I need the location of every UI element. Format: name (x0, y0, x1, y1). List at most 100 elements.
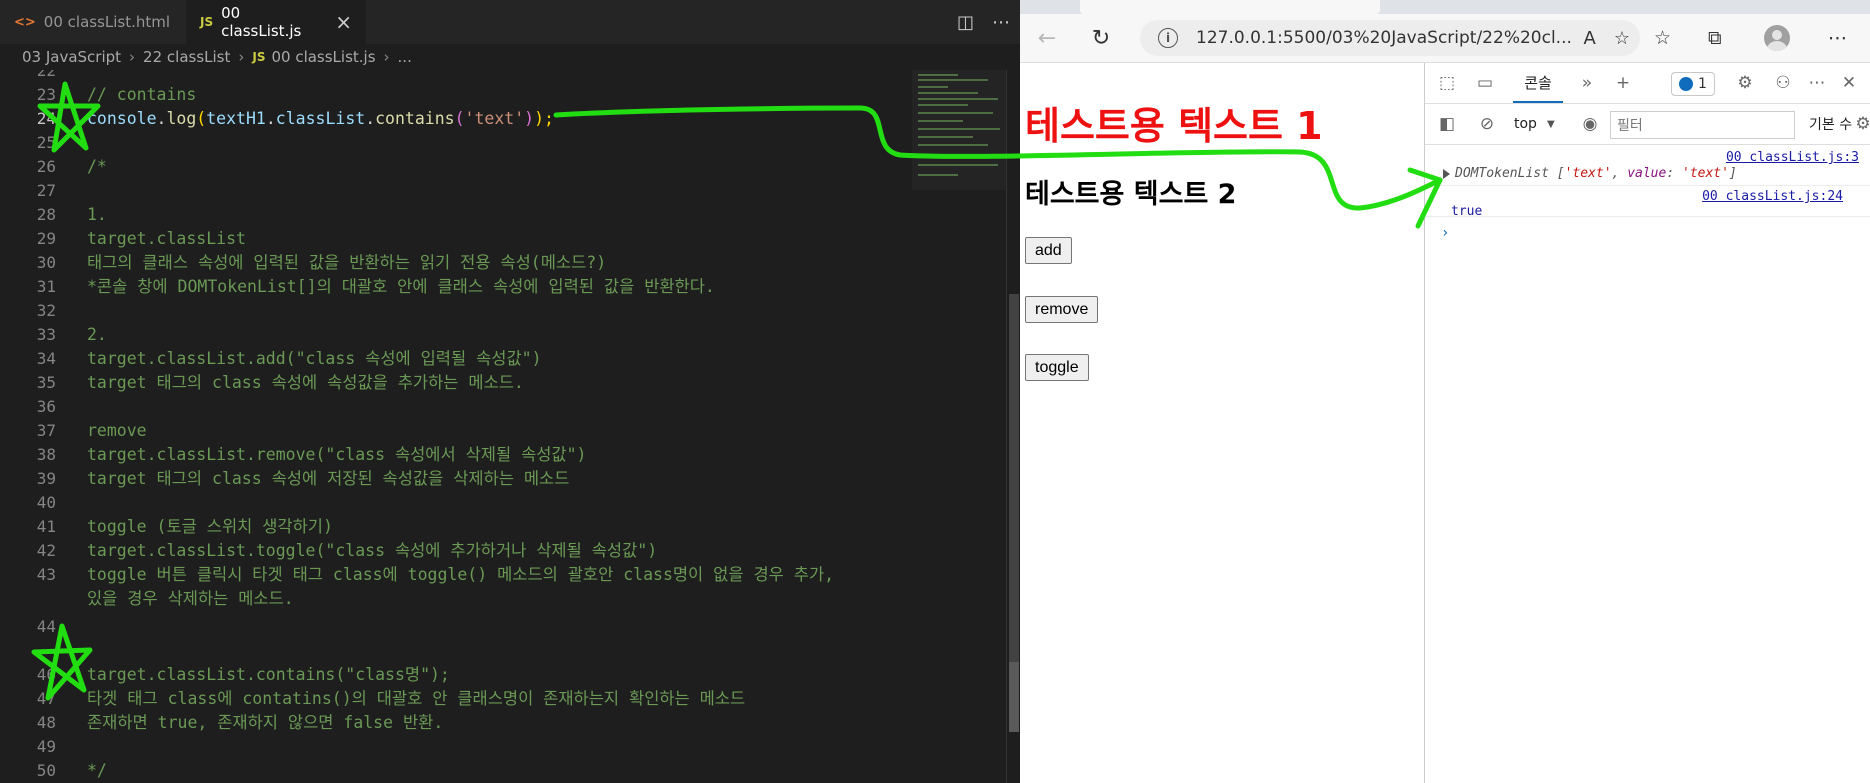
split-editor-icon[interactable]: ◫ (957, 12, 974, 33)
line-text: toggle (토글 스위치 생각하기) (87, 517, 333, 536)
inspect-element-icon[interactable]: ⬚ (1435, 71, 1459, 95)
profile-avatar[interactable] (1764, 24, 1790, 52)
token-part: 'text' (1564, 166, 1612, 181)
remove-button[interactable]: remove (1025, 296, 1099, 323)
address-bar[interactable]: i 127.0.0.1:5500/03%20JavaScript/22%20cl… (1140, 20, 1640, 56)
line-number: 27 (36, 181, 56, 200)
gear-icon[interactable]: ⚙ (1733, 71, 1757, 95)
console-value[interactable]: DOMTokenList ['text', value: 'text'] (1455, 166, 1737, 181)
browser-tab[interactable] (1080, 0, 1380, 14)
site-info-icon[interactable]: i (1158, 28, 1178, 48)
source-link[interactable]: 00 classList.js:24 (1702, 189, 1843, 204)
url-text: 127.0.0.1:5500/03%20JavaScript/22%20cl..… (1196, 28, 1572, 48)
settings-more-icon[interactable]: ⋯ (1828, 24, 1847, 52)
chevron-right-icon: › (383, 48, 390, 66)
more-tabs-icon[interactable]: » (1575, 71, 1599, 95)
expand-triangle-icon[interactable] (1443, 169, 1450, 179)
minimap-line (918, 104, 968, 106)
line-text: target.classList.contains("class명"); (87, 665, 450, 684)
code-editor: <> 00 classList.html JS 00 classList.js … (0, 0, 1020, 783)
scrollbar-thumb[interactable] (1009, 294, 1019, 666)
minimap-line (918, 164, 998, 166)
minimap-line (918, 174, 958, 176)
line-number: 30 (36, 253, 56, 272)
line-number: 22 (36, 70, 56, 80)
clear-console-icon[interactable]: ⊘ (1475, 112, 1499, 136)
issues-badge[interactable]: 1 (1671, 72, 1715, 96)
line-number: 43 (36, 565, 56, 584)
line-number: 36 (36, 397, 56, 416)
line-text: toggle 버튼 클릭시 타겟 태그 class에 toggle() 메소드의… (87, 565, 835, 584)
back-arrow-icon[interactable]: ← (1033, 24, 1061, 52)
live-expression-eye-icon[interactable]: ◉ (1578, 112, 1602, 136)
line-number: 49 (36, 737, 56, 756)
line-number: 44 (36, 617, 56, 636)
minimap-line (918, 136, 973, 138)
minimap-line (918, 79, 988, 81)
breadcrumb-item[interactable]: 22 classList (143, 48, 230, 66)
favorites-icon[interactable]: ☆ (1654, 24, 1671, 52)
line-text: console.log(textH1.classList.contains('t… (87, 107, 554, 131)
line-text: /* (87, 157, 107, 176)
editor-tab-bar: <> 00 classList.html JS 00 classList.js … (0, 0, 1020, 44)
breadcrumb-item[interactable]: ... (398, 48, 412, 66)
code-area[interactable]: 22 23// contains 24 console.log(textH1.cl… (0, 70, 1005, 783)
customize-icon[interactable]: ⚇ (1771, 71, 1795, 95)
breadcrumb-item[interactable]: 03 JavaScript (22, 48, 121, 66)
breadcrumb-item[interactable]: 00 classList.js (271, 48, 375, 66)
editor-scrollbar[interactable] (1006, 70, 1020, 783)
close-icon[interactable]: × (335, 10, 352, 34)
devtools-toolbar: ⬚ ▭ 콘솔 » + 1 ⚙ ⚇ ⋯ ✕ (1425, 63, 1870, 104)
line-number: 31 (36, 277, 56, 296)
tab-console[interactable]: 콘솔 (1513, 63, 1563, 103)
line-text: 1. (87, 205, 107, 224)
context-selector[interactable]: top ▼ (1514, 112, 1555, 136)
minimap-line (918, 98, 998, 100)
refresh-icon[interactable]: ↻ (1087, 24, 1115, 52)
token-part: , (1611, 166, 1628, 181)
minimap-line (918, 86, 948, 88)
line-number: 42 (36, 541, 56, 560)
code-token: . (265, 109, 276, 128)
filter-placeholder: 필터 (1617, 118, 1643, 134)
add-favorite-icon[interactable]: ☆ (1614, 28, 1630, 49)
minimap-line (918, 154, 978, 156)
code-token: ); (534, 109, 554, 128)
minimap[interactable] (912, 70, 1007, 190)
read-aloud-icon[interactable]: A (1584, 28, 1596, 49)
line-text: *콘솔 창에 DOMTokenList[]의 대괄호 안에 클래스 속성에 입력… (87, 277, 715, 296)
code-token: ( (196, 109, 207, 128)
line-number: 37 (36, 421, 56, 440)
filter-input[interactable]: 필터 (1610, 111, 1795, 139)
line-text: target 태그의 class 속성에 속성값을 추가하는 메소드. (87, 373, 524, 392)
collections-icon[interactable]: ⧉ (1708, 24, 1722, 52)
chevron-down-icon: ▼ (1546, 118, 1555, 130)
tab-label: 00 classList.html (43, 13, 171, 31)
more-options-icon[interactable]: ⋯ (1805, 71, 1829, 95)
issues-count: 1 (1698, 76, 1707, 92)
page-viewport: 테스트용 텍스트 1 테스트용 텍스트 2 add remove toggle (1020, 63, 1422, 783)
console-prompt-icon[interactable]: › (1441, 225, 1449, 241)
avatar[interactable] (1764, 25, 1790, 51)
js-file-icon: JS (252, 50, 266, 64)
device-emulation-icon[interactable]: ▭ (1473, 71, 1497, 95)
more-actions-icon[interactable]: ⋯ (992, 12, 1010, 33)
add-button[interactable]: add (1025, 237, 1072, 264)
source-link[interactable]: 00 classList.js:3 (1726, 150, 1859, 165)
token-part: ] (1728, 166, 1737, 181)
add-tab-icon[interactable]: + (1611, 71, 1635, 95)
console-filter-bar: ◧ ⊘ top ▼ ◉ 필터 기본 수 ⚙ (1425, 104, 1870, 145)
toggle-button[interactable]: toggle (1025, 354, 1089, 381)
tab-classlist-js[interactable]: JS 00 classList.js × (186, 0, 366, 44)
tab-classlist-html[interactable]: <> 00 classList.html (0, 0, 186, 44)
scrollbar-thumb-highlight (1009, 662, 1019, 732)
code-token: textH1 (206, 109, 266, 128)
line-number: 29 (36, 229, 56, 248)
close-icon[interactable]: ✕ (1837, 71, 1861, 95)
line-text: target.classList (87, 229, 246, 248)
gear-icon[interactable]: ⚙ (1851, 112, 1870, 136)
console-output: 00 classList.js:3 DOMTokenList ['text', … (1425, 145, 1870, 783)
browser-toolbar: ← ↻ i 127.0.0.1:5500/03%20JavaScript/22%… (1020, 14, 1870, 63)
sidebar-toggle-icon[interactable]: ◧ (1435, 112, 1459, 136)
log-levels-dropdown[interactable]: 기본 수 (1809, 112, 1852, 136)
